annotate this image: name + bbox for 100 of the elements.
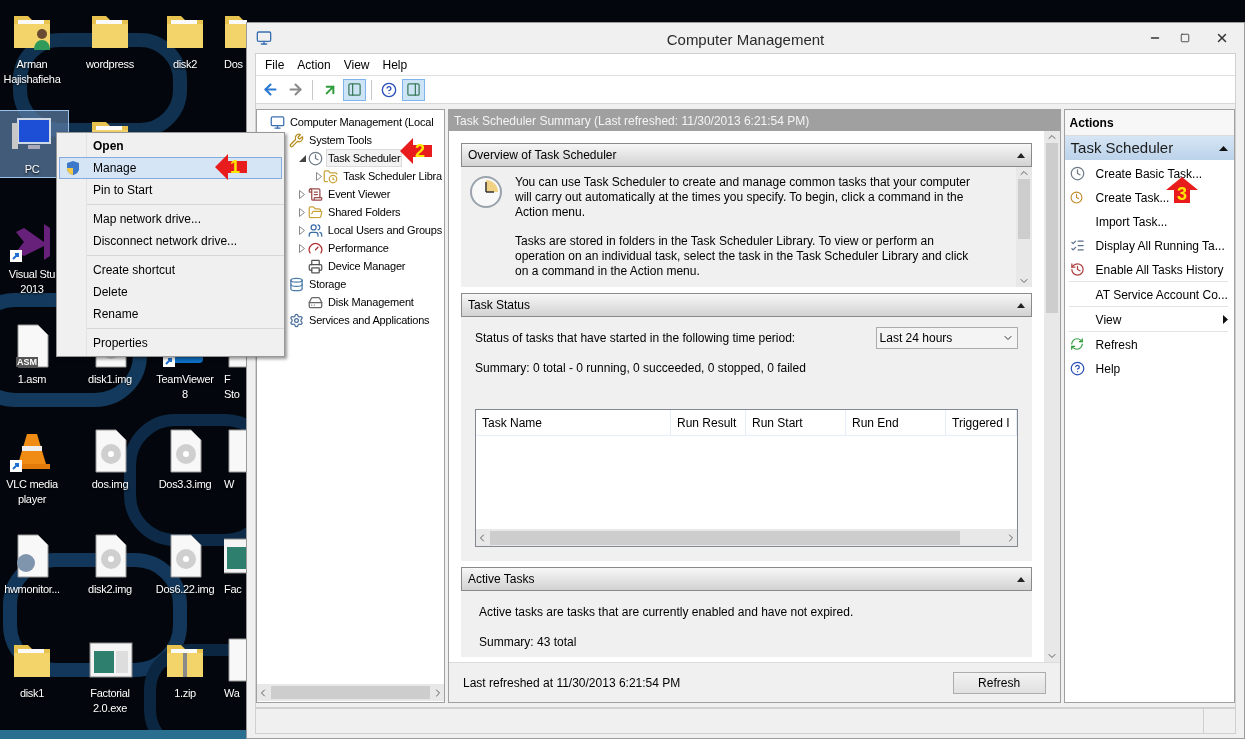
actions-title: Actions: [1069, 114, 1114, 132]
desktop-icon[interactable]: 1.zip: [148, 634, 222, 702]
scroll-thumb[interactable]: [1045, 143, 1058, 313]
tree-item[interactable]: Computer Management (Local: [288, 113, 436, 131]
collapse-icon[interactable]: [1016, 152, 1025, 158]
period-dropdown[interactable]: Last 24 hours: [875, 327, 1018, 349]
icon-label: hwmonitor...: [4, 582, 60, 597]
expanded-icon[interactable]: [298, 154, 306, 162]
folder-clock-icon: [323, 168, 339, 184]
maximize-icon: [1180, 33, 1190, 43]
menu-item[interactable]: Pin to Start: [59, 179, 282, 201]
scroll-thumb[interactable]: [271, 686, 430, 699]
menu-bar-item[interactable]: View: [337, 55, 376, 74]
section-header[interactable]: Overview of Task Scheduler: [461, 143, 1032, 167]
collapse-icon[interactable]: [1016, 302, 1025, 308]
collapsed-icon[interactable]: [299, 189, 305, 199]
column-header[interactable]: Task Name: [476, 410, 671, 435]
collapsed-icon[interactable]: [298, 225, 305, 235]
menu-bar-item[interactable]: File: [259, 55, 291, 74]
overview-paragraph: Tasks are stored in folders in the Task Scheduler Library. To view or perform an operation on an individual task, select the task in the Task Scheduler Library and click on a command in the Action menu.: [515, 234, 970, 279]
column-header[interactable]: Run Result: [671, 410, 746, 435]
pane-command[interactable]: Create Basic Task...: [1095, 167, 1203, 181]
column-header[interactable]: Triggered I: [946, 410, 1017, 435]
menu-item[interactable]: Rename: [59, 303, 282, 325]
icon-label: disk2: [172, 57, 198, 72]
toolbar-button[interactable]: [402, 78, 425, 101]
toolbar-button[interactable]: [343, 78, 366, 101]
scroll-thumb[interactable]: [490, 530, 960, 545]
collapse-icon[interactable]: [1219, 145, 1228, 151]
file-type-label: ASM: [16, 357, 38, 367]
scroll-thumb[interactable]: [1017, 179, 1030, 239]
icon-label: W: [224, 477, 235, 492]
collapsed-icon[interactable]: [299, 243, 305, 253]
column-header[interactable]: Run End: [846, 410, 946, 435]
tree-item[interactable]: Task Scheduler Libra: [341, 167, 444, 185]
computer-icon: [256, 30, 272, 46]
tree-item[interactable]: Task Scheduler: [326, 149, 403, 167]
icon-label: VLC media player: [6, 477, 58, 507]
pane-command[interactable]: AT Service Account Co...: [1095, 288, 1228, 302]
horizontal-scrollbar[interactable]: [476, 529, 1017, 546]
action-section-header[interactable]: Task Scheduler: [1064, 136, 1234, 160]
desktop-icon[interactable]: hwmonitor...: [0, 530, 69, 598]
pane-command[interactable]: Display All Running Ta...: [1095, 239, 1225, 253]
tree-item[interactable]: Storage: [307, 275, 349, 293]
desktop-icon[interactable]: disk2.img: [73, 530, 147, 598]
users-icon: [307, 222, 323, 238]
icon-label: disk1.img: [88, 372, 132, 387]
performance-icon: [308, 240, 323, 256]
tree-item[interactable]: Event Viewer: [326, 185, 393, 203]
icon-label: disk2.img: [88, 582, 132, 597]
section-header[interactable]: Active Tasks: [461, 567, 1032, 591]
refresh-button[interactable]: Refresh: [952, 671, 1046, 694]
section-title: Overview of Task Scheduler: [468, 147, 617, 164]
step-number: 2: [415, 142, 425, 160]
desktop-icon[interactable]: Dos3.3.img: [148, 425, 222, 493]
desktop-icon[interactable]: disk2: [148, 5, 222, 73]
menu-item[interactable]: Delete: [59, 281, 282, 303]
desktop-icon[interactable]: Arman Hajishafieha: [0, 5, 69, 88]
menu-item[interactable]: Create shortcut: [59, 259, 282, 281]
icon-label: 1.asm: [17, 372, 47, 387]
collapsed-icon[interactable]: [299, 207, 305, 217]
pane-command[interactable]: Help: [1095, 362, 1121, 376]
tree-item[interactable]: Disk Management: [326, 293, 416, 311]
desktop-icon[interactable]: wordpress: [73, 5, 147, 73]
pane-command[interactable]: Enable All Tasks History: [1095, 263, 1224, 277]
menu-item[interactable]: Properties: [59, 332, 282, 354]
pane-command[interactable]: View: [1095, 313, 1122, 327]
tree-item[interactable]: Performance: [326, 239, 391, 257]
step-number: 3: [1177, 185, 1187, 203]
step-number: 1: [230, 158, 240, 176]
pane-command[interactable]: Refresh: [1095, 338, 1138, 352]
desktop-icon[interactable]: Dos6.22.img: [148, 530, 222, 598]
tree-item[interactable]: Local Users and Groups: [325, 221, 444, 239]
menu-bar-item[interactable]: Help: [376, 55, 414, 74]
tree-item[interactable]: Services and Applications: [307, 311, 432, 329]
desktop-icon[interactable]: VLC media player: [0, 425, 69, 508]
desktop-icon[interactable]: dos.img: [73, 425, 147, 493]
tree-item[interactable]: Shared Folders: [326, 203, 403, 221]
horizontal-scrollbar[interactable]: [257, 684, 444, 701]
active-tasks-text: Active tasks are tasks that are currently enabled and have not expired.: [479, 604, 855, 621]
action-section-title: Task Scheduler: [1070, 137, 1174, 158]
column-header[interactable]: Run Start: [746, 410, 846, 435]
shared-icon: [308, 204, 323, 220]
menu-item[interactable]: Map network drive...: [59, 208, 282, 230]
collapse-icon[interactable]: [1016, 576, 1025, 582]
menu-item[interactable]: Disconnect network drive...: [59, 230, 282, 252]
pane-command[interactable]: Create Task...: [1095, 191, 1170, 205]
collapsed-icon[interactable]: [316, 171, 323, 181]
desktop-icon[interactable]: Factorial 2.0.exe: [73, 634, 147, 717]
tree-item[interactable]: Device Manager: [326, 257, 408, 275]
clock-icon: [1069, 165, 1085, 181]
pane-command[interactable]: Import Task...: [1095, 215, 1168, 229]
section-header[interactable]: Task Status: [461, 293, 1032, 317]
period-label: Status of tasks that have started in the following time period:: [475, 330, 796, 347]
menu-bar-item[interactable]: Action: [291, 55, 337, 74]
panel-icon: [347, 82, 362, 97]
tree-item[interactable]: System Tools: [307, 131, 374, 149]
vertical-scrollbar[interactable]: [1043, 131, 1060, 662]
desktop-icon[interactable]: disk1: [0, 634, 69, 702]
vertical-scrollbar[interactable]: [1015, 167, 1032, 287]
